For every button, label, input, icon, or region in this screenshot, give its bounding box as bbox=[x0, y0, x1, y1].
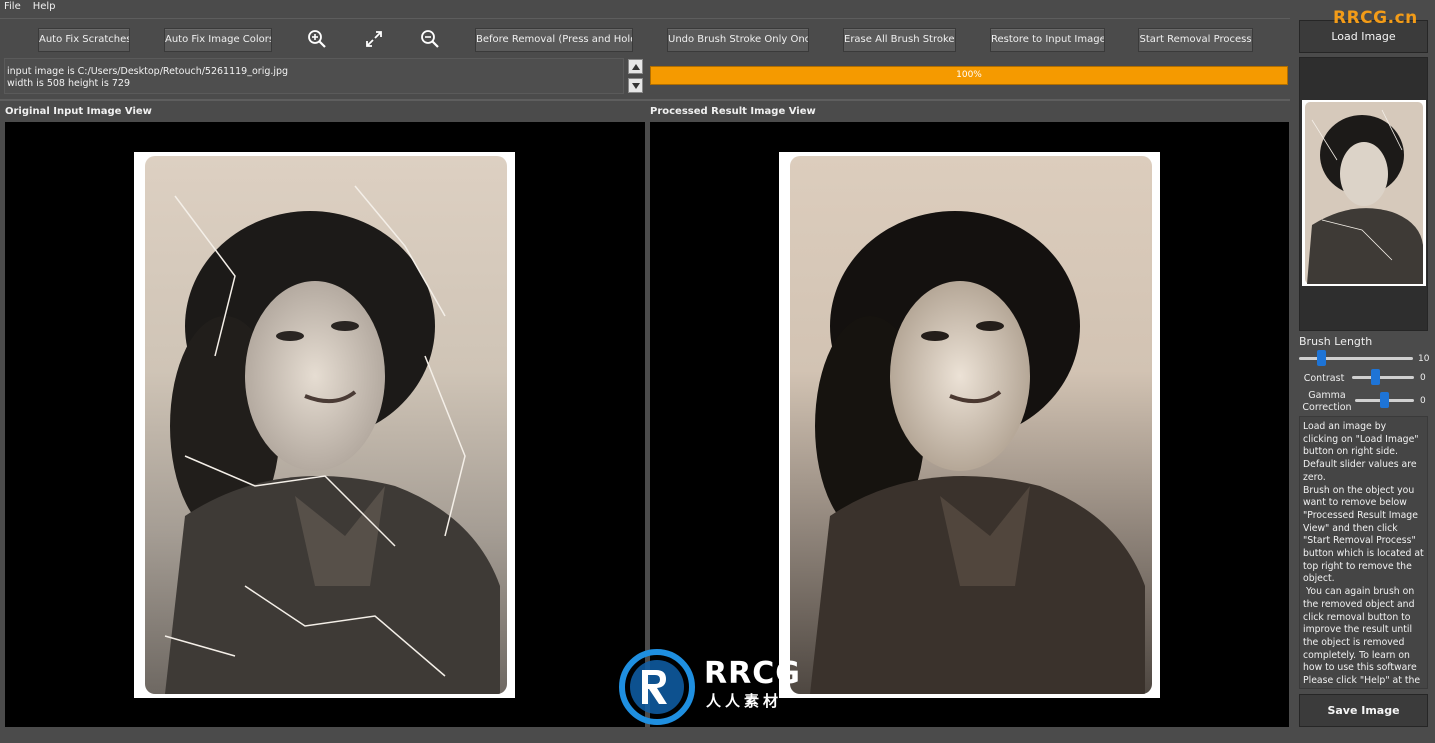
watermark-sub: 人人素材 bbox=[706, 692, 783, 710]
before-removal-button[interactable]: Before Removal (Press and Hold) bbox=[475, 28, 633, 52]
auto-fix-scratches-button[interactable]: Auto Fix Scratches bbox=[38, 28, 130, 52]
contrast-slider[interactable] bbox=[1352, 369, 1414, 385]
undo-brush-stroke-button[interactable]: Undo Brush Stroke Only Once bbox=[667, 28, 809, 52]
fit-to-screen-icon[interactable] bbox=[362, 28, 386, 50]
gamma-correction-label: Gamma Correction bbox=[1302, 390, 1352, 413]
contrast-label: Contrast bbox=[1303, 373, 1345, 384]
watermark-logo-icon bbox=[618, 648, 696, 726]
thumbnail-panel bbox=[1299, 57, 1428, 331]
brush-length-slider[interactable] bbox=[1299, 350, 1413, 366]
restore-input-button[interactable]: Restore to Input Image bbox=[990, 28, 1105, 52]
info-dimensions: width is 508 height is 729 bbox=[7, 78, 131, 89]
processed-image-view[interactable] bbox=[650, 122, 1289, 727]
info-path: input image is C:/Users/Desktop/Retouch/… bbox=[7, 66, 289, 77]
gamma-correction-value: 0 bbox=[1420, 396, 1426, 406]
original-view-title: Original Input Image View bbox=[5, 106, 152, 117]
progress-bar: 100% bbox=[650, 66, 1288, 85]
processed-photo bbox=[779, 152, 1160, 698]
gamma-correction-handle[interactable] bbox=[1380, 392, 1389, 408]
start-removal-button[interactable]: Start Removal Process bbox=[1138, 28, 1253, 52]
watermark-top: RRCG.cn bbox=[1333, 8, 1418, 28]
brush-length-value: 10 bbox=[1418, 354, 1430, 364]
thumbnail-image bbox=[1302, 100, 1426, 286]
menu-divider bbox=[0, 18, 1290, 19]
contrast-handle[interactable] bbox=[1370, 369, 1380, 385]
save-image-button[interactable]: Save Image bbox=[1299, 694, 1428, 727]
gamma-correction-slider[interactable] bbox=[1355, 392, 1414, 408]
arrow-up-icon[interactable] bbox=[628, 59, 643, 74]
menu-bar: File Help bbox=[0, 0, 1290, 14]
arrow-down-icon[interactable] bbox=[628, 78, 643, 93]
brush-length-handle[interactable] bbox=[1316, 350, 1326, 366]
menu-file[interactable]: File bbox=[4, 0, 21, 14]
info-text-box: input image is C:/Users/Desktop/Retouch/… bbox=[4, 58, 624, 94]
help-text-panel: Load an image by clicking on "Load Image… bbox=[1299, 416, 1428, 689]
watermark-main: RRCG bbox=[704, 656, 801, 691]
original-photo bbox=[134, 152, 515, 698]
zoom-in-icon[interactable] bbox=[305, 28, 329, 50]
brush-length-label: Brush Length bbox=[1299, 335, 1373, 348]
toolbar-divider bbox=[0, 99, 1290, 101]
zoom-out-icon[interactable] bbox=[418, 28, 442, 50]
processed-view-title: Processed Result Image View bbox=[650, 106, 816, 117]
erase-all-strokes-button[interactable]: Erase All Brush Strokes bbox=[843, 28, 956, 52]
menu-help[interactable]: Help bbox=[33, 0, 56, 14]
auto-fix-colors-button[interactable]: Auto Fix Image Colors bbox=[164, 28, 272, 52]
original-image-view[interactable] bbox=[5, 122, 645, 727]
contrast-value: 0 bbox=[1420, 373, 1426, 383]
progress-label: 100% bbox=[956, 70, 982, 80]
